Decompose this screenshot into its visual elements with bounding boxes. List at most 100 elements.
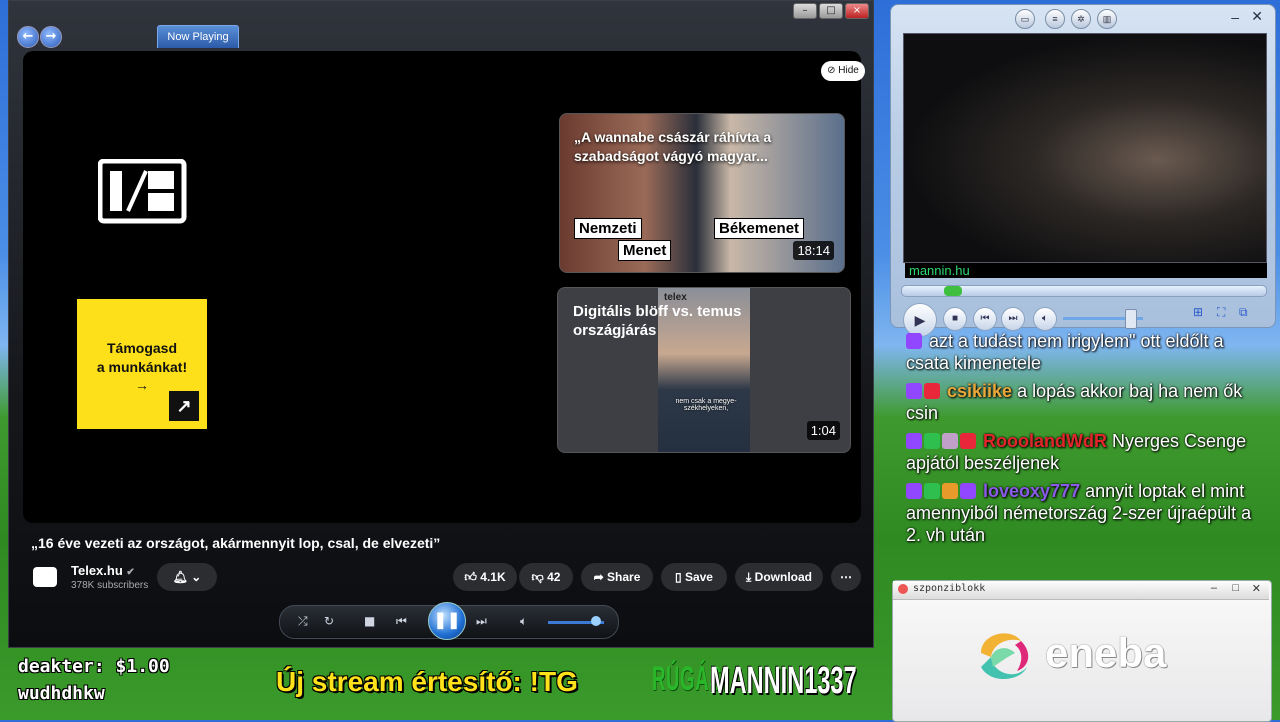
twitch-badge-icon xyxy=(906,383,922,399)
like-count: 4.1K xyxy=(480,570,506,584)
subscriber-count: 378K subscribers xyxy=(71,580,149,591)
share-button[interactable]: ➦ Share xyxy=(581,563,653,591)
tab-now-playing[interactable]: Now Playing xyxy=(157,25,239,48)
settings-icon[interactable]: ✲ xyxy=(1071,9,1091,29)
forward-button[interactable]: → xyxy=(40,26,62,48)
chat-message: loveoxy777 annyit loptak el mint amennyi… xyxy=(906,480,1256,546)
close-button[interactable]: ✕ xyxy=(1252,582,1261,595)
close-button[interactable]: ✕ xyxy=(1251,8,1263,25)
twitch-badge-icon xyxy=(906,433,922,449)
minimize-button[interactable]: – xyxy=(1231,9,1239,25)
chat-username[interactable]: RooolandWdR xyxy=(983,431,1107,451)
transport-controls: ⤮ ↻ ■ ⏮ ❚❚ ⏭ 🔈︎ xyxy=(279,602,619,640)
heart-badge-icon xyxy=(960,433,976,449)
eye-off-icon: ⊘ xyxy=(827,65,839,76)
dislike-button[interactable]: 👎︎ 42 xyxy=(519,563,573,591)
hide-label: Hide xyxy=(838,65,859,76)
thumbs-up-icon: 👍︎ xyxy=(464,570,477,584)
channel-name[interactable]: Telex.hu ✔ xyxy=(71,563,135,578)
window-controls: – □ × xyxy=(793,3,869,19)
close-button[interactable]: × xyxy=(845,3,869,19)
chat-username[interactable]: csikiike xyxy=(947,381,1012,401)
minimize-button[interactable]: – xyxy=(793,3,817,19)
duration-badge: 18:14 xyxy=(793,241,834,260)
previous-icon[interactable]: ⏮ xyxy=(396,614,407,629)
pause-button[interactable]: ❚❚ xyxy=(428,602,466,640)
eneba-logo-icon xyxy=(981,633,1029,680)
download-button[interactable]: ⤓ Download xyxy=(735,563,823,591)
donation-alert-name: deakter: $1.00 xyxy=(18,656,170,677)
windows-logo-icon: ⊞ xyxy=(1193,305,1204,319)
sub-badge-icon xyxy=(942,483,958,499)
support-line-1: Támogasd xyxy=(106,340,177,356)
thumbs-down-icon: 👎︎ xyxy=(531,570,544,584)
stream-domain: mannin.hu xyxy=(905,263,1267,278)
maximize-button[interactable]: □ xyxy=(819,3,843,19)
repeat-icon[interactable]: ↻ xyxy=(324,614,334,628)
donation-alert-message: wudhdhkw xyxy=(18,683,105,704)
shuffle-icon[interactable]: ⤮ xyxy=(298,614,308,629)
app-icon xyxy=(898,584,908,594)
seek-bar[interactable] xyxy=(901,285,1267,297)
webcam-player-window: ▭ ≡ ✲ ▥ – ✕ mannin.hu ▶ ■ ⏮ ⏭ 🔈︎ ⊞ ⛶ ⧉ xyxy=(890,4,1276,337)
back-button[interactable]: ← xyxy=(17,26,39,48)
seek-thumb[interactable] xyxy=(944,286,962,296)
volume-icon[interactable]: 🔈︎ xyxy=(520,614,527,629)
minimize-button[interactable]: – xyxy=(1211,582,1217,594)
chevron-down-icon: ⌄ xyxy=(191,570,202,584)
more-options-button[interactable]: ⋯ xyxy=(831,563,861,591)
chat-username[interactable]: loveoxy777 xyxy=(983,481,1080,501)
sponsor-window: szponziblokk – □ ✕ eneba xyxy=(892,580,1272,722)
suggested-video-card[interactable]: „A wannabe császár ráhívta a szabadságot… xyxy=(559,113,845,273)
folder-icon[interactable]: ▭ xyxy=(1015,9,1035,29)
media-player-window: – □ × ← → Now Playing ⊘ Hide Támogasd a m… xyxy=(8,0,874,648)
sword-badge-icon xyxy=(924,483,940,499)
maximize-button[interactable]: □ xyxy=(1232,582,1239,594)
list-icon[interactable]: ≡ xyxy=(1045,9,1065,29)
verified-icon: ✔ xyxy=(126,567,135,578)
chat-overlay: azt a tudást nem irigylem" ott eldőlt a … xyxy=(906,330,1256,552)
like-button[interactable]: 👍︎ 4.1K xyxy=(453,563,517,591)
next-button[interactable]: ⏭ xyxy=(1001,307,1025,331)
chat-message: csikiike a lopás akkor baj ha nem ők csi… xyxy=(906,380,1256,424)
notifications-button[interactable]: 🔔︎ ⌄ xyxy=(157,563,217,591)
cam-volume-knob[interactable] xyxy=(1125,309,1137,329)
volume-knob[interactable] xyxy=(591,616,601,626)
skin-mode-icon[interactable]: ⧉ xyxy=(1239,305,1248,320)
hide-button[interactable]: ⊘ Hide xyxy=(821,61,865,81)
download-label: Download xyxy=(754,570,812,584)
duration-badge: 1:04 xyxy=(806,421,840,440)
card-title: Digitális blöff vs. temus országjárás xyxy=(573,303,742,339)
fullscreen-icon[interactable]: ⛶ xyxy=(1217,305,1225,320)
sponsor-brand: eneba xyxy=(1045,629,1167,676)
support-banner[interactable]: Támogasd a munkánkat! → ↗ xyxy=(77,299,207,429)
chat-text: azt a tudást nem irigylem" ott eldőlt a … xyxy=(906,331,1224,373)
stop-button[interactable]: ■ xyxy=(943,307,967,331)
mute-button[interactable]: 🔈︎ xyxy=(1033,307,1057,331)
card-tag: Menet xyxy=(618,240,672,261)
channel-handle: MANNIN1337 xyxy=(710,660,857,702)
stop-icon[interactable]: ■ xyxy=(364,614,375,628)
channel-avatar[interactable] xyxy=(33,567,57,587)
video-area[interactable]: ⊘ Hide Támogasd a munkánkat! → ↗ „A wanna… xyxy=(23,51,865,523)
verified-badge-icon xyxy=(942,433,958,449)
external-link-icon[interactable]: ↗ xyxy=(169,391,199,421)
bell-icon: 🔔︎ xyxy=(172,570,188,584)
telex-logo xyxy=(98,159,187,224)
next-icon[interactable]: ⏭ xyxy=(476,614,487,629)
card-title: „A wannabe császár ráhívta a szabadságot… xyxy=(574,129,772,164)
card-tag: Nemzeti xyxy=(574,218,642,239)
chat-message: RooolandWdR Nyerges Csenge apjától beszé… xyxy=(906,430,1256,474)
webcam-feed xyxy=(903,33,1267,263)
equalizer-icon[interactable]: ▥ xyxy=(1097,9,1117,29)
save-button[interactable]: ▯ Save xyxy=(661,563,727,591)
twitch-badge-icon xyxy=(906,483,922,499)
heart-badge-icon xyxy=(924,383,940,399)
thumbnail-subtitle: nem csak a megye-székhelyeken, xyxy=(675,398,737,412)
suggested-video-card[interactable]: telex nem csak a megye-székhelyeken, Dig… xyxy=(557,287,851,453)
previous-button[interactable]: ⏮ xyxy=(973,307,997,331)
sword-badge-icon xyxy=(924,433,940,449)
stream-notice: Új stream értesítő: !TG xyxy=(276,666,578,697)
share-icon: ➦ xyxy=(593,570,604,584)
support-line-2: a munkánkat! xyxy=(96,359,188,375)
